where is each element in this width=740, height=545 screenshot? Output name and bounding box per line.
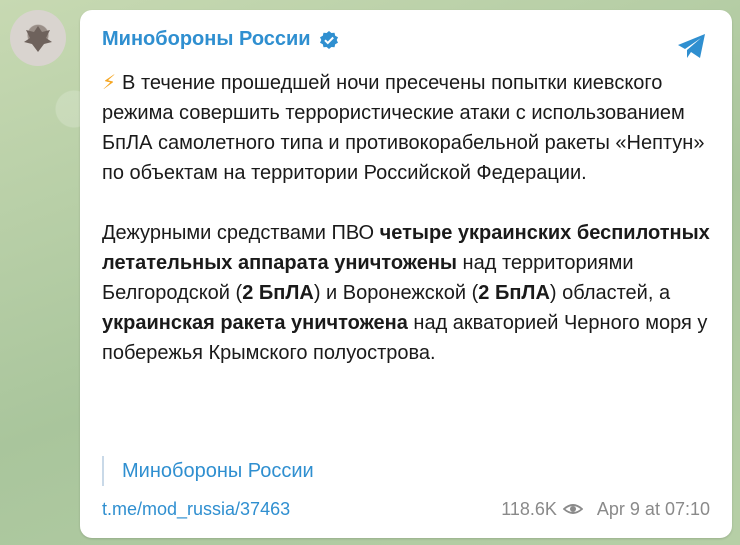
post-text: ⚡ В течение прошедшей ночи пресечены попы… (102, 68, 714, 368)
post-link[interactable]: t.me/mod_russia/37463 (102, 494, 290, 524)
signature-quote[interactable]: Минобороны России (102, 456, 314, 486)
channel-avatar[interactable] (10, 10, 66, 66)
message-bubble: Минобороны России ⚡ В течение прошедшей н… (80, 10, 732, 538)
verified-badge-icon (319, 30, 338, 49)
channel-name[interactable]: Минобороны России (102, 28, 311, 51)
paragraph-2: Дежурными средствами ПВО четыре украинск… (102, 222, 710, 364)
signature-text[interactable]: Минобороны России (122, 460, 314, 482)
eagle-emblem-icon (24, 26, 52, 52)
paragraph-1: ⚡ В течение прошедшей ночи пресечены попы… (102, 72, 705, 184)
post-meta: 118.6K Apr 9 at 07:10 (501, 494, 710, 524)
lightning-icon: ⚡ (102, 72, 117, 94)
eye-icon (562, 504, 583, 514)
share-icon[interactable] (674, 28, 710, 64)
channel-header[interactable]: Минобороны России (102, 28, 339, 51)
post-date: Apr 9 at 07:10 (596, 499, 710, 519)
views-count: 118.6K (501, 499, 557, 519)
